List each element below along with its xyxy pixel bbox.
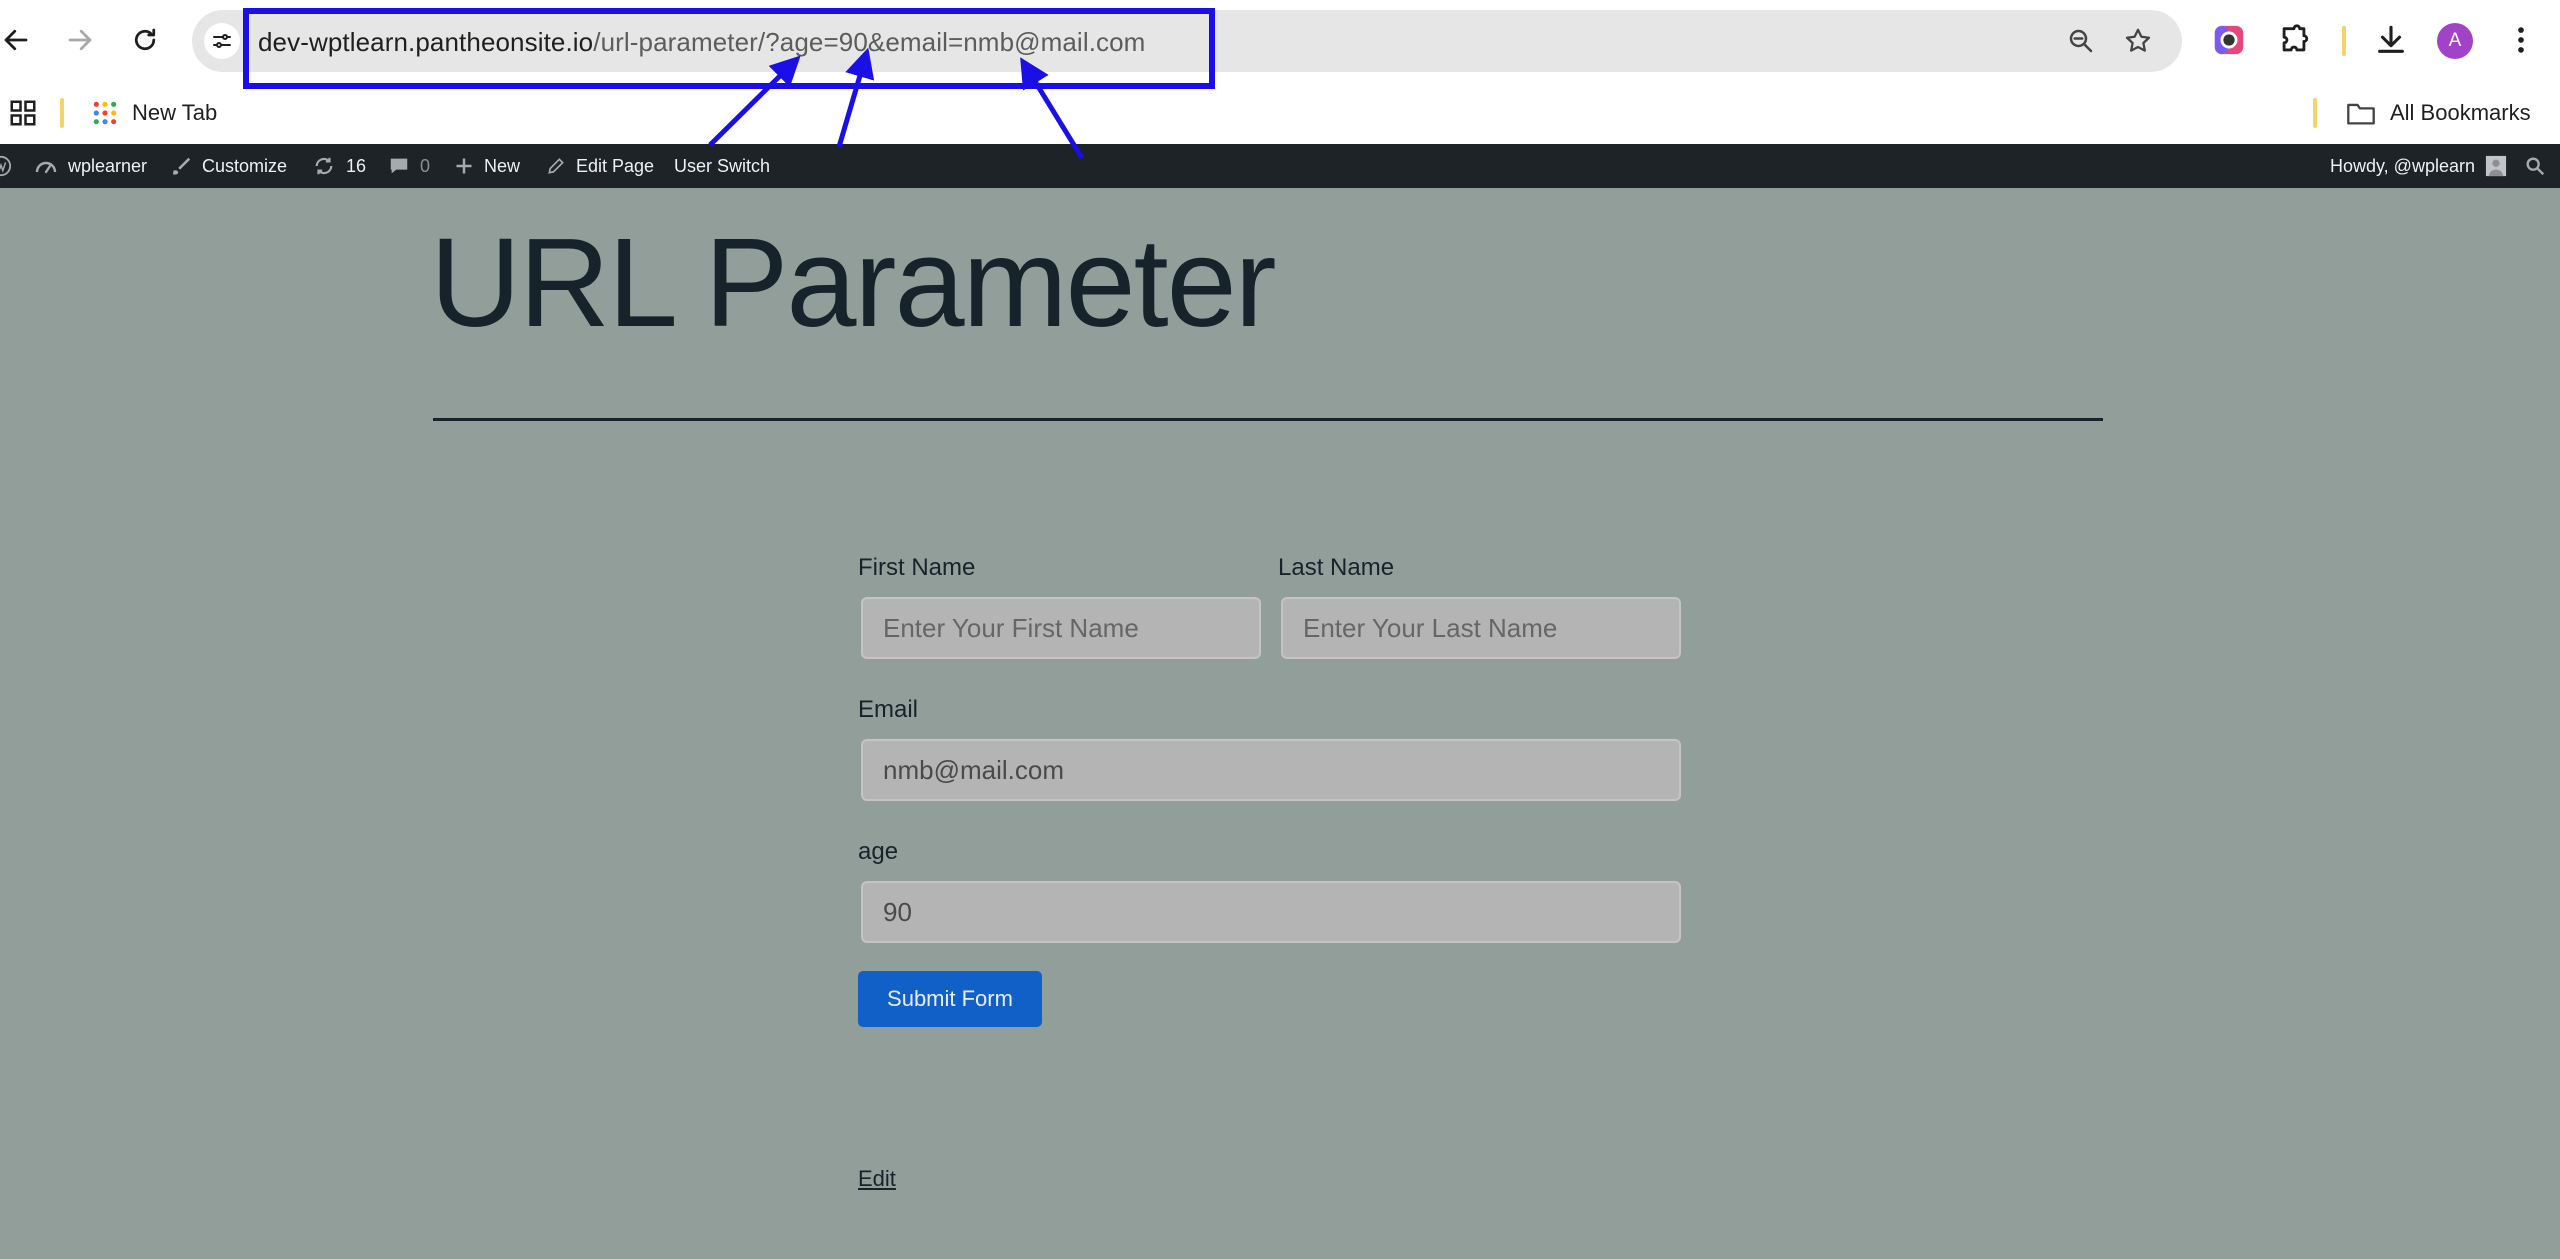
user-switch-link[interactable]: User Switch bbox=[674, 144, 770, 188]
forward-button[interactable] bbox=[58, 18, 102, 62]
submit-form-button[interactable]: Submit Form bbox=[858, 971, 1042, 1027]
dashboard-gauge-icon bbox=[35, 161, 57, 174]
site-name-label: wplearner bbox=[68, 155, 148, 176]
new-content-link[interactable]: New bbox=[454, 144, 520, 188]
bookmarks-bar: New Tab All Bookmarks bbox=[0, 82, 2560, 144]
customize-link[interactable]: Customize bbox=[170, 144, 287, 188]
star-icon[interactable] bbox=[2121, 24, 2155, 58]
edit-page-link[interactable]: Edit Page bbox=[546, 144, 654, 188]
bookmarks-divider bbox=[2313, 98, 2317, 128]
bookmarks-divider bbox=[60, 98, 64, 128]
edit-link[interactable]: Edit bbox=[858, 1166, 896, 1192]
bookmark-label: New Tab bbox=[132, 100, 218, 125]
first-name-input[interactable] bbox=[861, 597, 1261, 659]
back-button[interactable] bbox=[0, 18, 38, 62]
plus-icon bbox=[456, 158, 472, 174]
updates-count: 16 bbox=[346, 155, 367, 176]
reload-icon bbox=[134, 28, 156, 51]
tune-icon[interactable] bbox=[204, 23, 240, 59]
email-field[interactable] bbox=[861, 739, 1681, 801]
url-path: /url-parameter/?age=90&email=nmb@mail.co… bbox=[593, 27, 1146, 57]
all-bookmarks-button[interactable]: All Bookmarks bbox=[2346, 97, 2531, 129]
title-divider bbox=[433, 418, 2103, 421]
updates-icon bbox=[315, 157, 333, 175]
download-icon[interactable] bbox=[2371, 20, 2411, 60]
arrow-right-icon bbox=[68, 29, 92, 51]
wp-logo[interactable] bbox=[0, 144, 22, 188]
admin-search-button[interactable] bbox=[2524, 144, 2556, 188]
page-title: URL Parameter bbox=[430, 212, 1277, 353]
url-text[interactable]: dev-wptlearn.pantheonsite.io/url-paramet… bbox=[258, 27, 1145, 58]
comments-count: 0 bbox=[420, 155, 431, 176]
wp-admin-bar: wplearner Customize 16 0 New Edit Page U… bbox=[0, 144, 2560, 188]
my-account-link[interactable]: Howdy, @wplearn bbox=[2330, 144, 2507, 188]
reload-button[interactable] bbox=[123, 18, 167, 62]
search-icon bbox=[2526, 157, 2545, 176]
color-picker-extension-icon[interactable] bbox=[2209, 20, 2249, 60]
address-bar[interactable]: dev-wptlearn.pantheonsite.io/url-paramet… bbox=[192, 10, 2182, 72]
paintbrush-icon bbox=[172, 157, 191, 175]
all-bookmarks-label: All Bookmarks bbox=[2390, 100, 2531, 125]
site-name-link[interactable]: wplearner bbox=[34, 144, 147, 188]
browser-toolbar: dev-wptlearn.pantheonsite.io/url-paramet… bbox=[0, 0, 2560, 82]
folder-icon bbox=[2347, 103, 2375, 125]
url-host: dev-wptlearn.pantheonsite.io bbox=[258, 27, 594, 57]
puzzle-icon[interactable] bbox=[2274, 20, 2314, 60]
toolbar-divider bbox=[2342, 26, 2346, 56]
profile-avatar[interactable]: A bbox=[2437, 23, 2473, 59]
page-content: URL Parameter First Name Last Name Email… bbox=[0, 188, 2560, 1259]
wordpress-icon bbox=[0, 155, 12, 177]
pencil-icon bbox=[548, 158, 564, 174]
new-label: New bbox=[484, 155, 521, 176]
updates-link[interactable]: 16 bbox=[312, 144, 366, 188]
apps-grid-icon[interactable] bbox=[8, 98, 38, 128]
edit-page-label: Edit Page bbox=[576, 155, 655, 176]
user-avatar-icon bbox=[2485, 155, 2507, 177]
age-field[interactable] bbox=[861, 881, 1681, 943]
arrow-left-icon bbox=[4, 29, 28, 51]
last-name-input[interactable] bbox=[1281, 597, 1681, 659]
last-name-label: Last Name bbox=[1278, 554, 1395, 581]
bookmark-new-tab[interactable]: New Tab bbox=[92, 97, 217, 129]
comments-link[interactable]: 0 bbox=[388, 144, 430, 188]
comment-bubble-icon bbox=[390, 158, 408, 174]
kebab-menu-icon[interactable] bbox=[2501, 20, 2541, 60]
customize-label: Customize bbox=[202, 155, 288, 176]
first-name-label: First Name bbox=[858, 554, 976, 581]
zoom-out-icon[interactable] bbox=[2064, 24, 2098, 58]
age-label: age bbox=[858, 838, 899, 865]
google-apps-icon bbox=[93, 101, 117, 125]
howdy-label: Howdy, @wplearn bbox=[2330, 155, 2475, 176]
user-switch-label: User Switch bbox=[674, 155, 771, 176]
email-label: Email bbox=[858, 696, 919, 723]
